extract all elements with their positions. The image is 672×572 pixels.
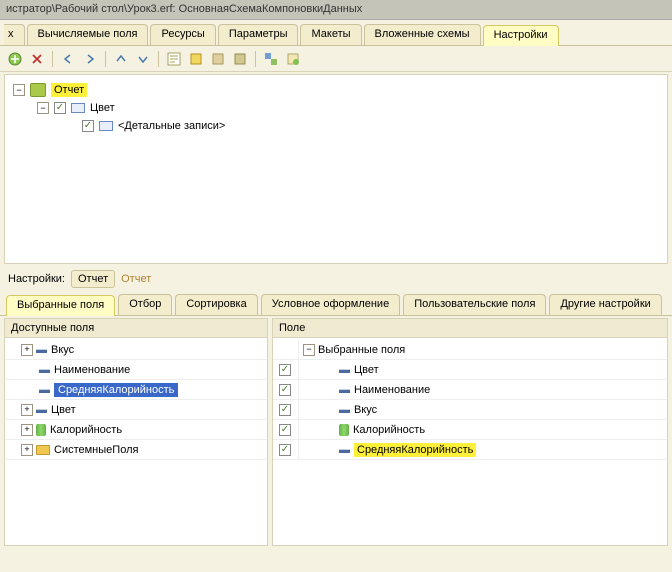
settings-label: Настройки: (8, 273, 65, 285)
available-header: Доступные поля (5, 319, 267, 338)
list-item[interactable]: Калорийность (353, 424, 425, 436)
move-down-button[interactable] (134, 50, 152, 68)
field-icon: ▬ (36, 344, 47, 356)
spacer (65, 120, 77, 132)
expand-icon[interactable]: + (21, 344, 33, 356)
group-icon (71, 103, 85, 113)
resource-icon (339, 424, 349, 436)
tree-root-label[interactable]: Отчет (51, 83, 87, 97)
selected-fields-pane: Поле −Выбранные поля ▬ Цвет ▬ Наименование… (272, 318, 668, 546)
checkbox[interactable] (279, 404, 291, 416)
sub-tabs: Выбранные поля Отбор Сортировка Условное… (0, 292, 672, 316)
checkbox[interactable] (279, 364, 291, 376)
tab-parameters[interactable]: Параметры (218, 24, 299, 45)
group-icon (99, 121, 113, 131)
list-item[interactable]: Калорийность (50, 424, 122, 436)
tab-calc-fields[interactable]: Вычисляемые поля (27, 24, 149, 45)
structure-tree[interactable]: − Отчет − Цвет <Детальные записи> (4, 74, 668, 264)
subtab-other[interactable]: Другие настройки (549, 294, 661, 315)
collapse-icon[interactable]: − (13, 84, 25, 96)
expand-icon[interactable]: + (21, 404, 33, 416)
subtab-conditional[interactable]: Условное оформление (261, 294, 400, 315)
collapse-icon[interactable]: − (303, 344, 315, 356)
subtab-selected-fields[interactable]: Выбранные поля (6, 295, 115, 316)
tool-btn-1[interactable] (187, 50, 205, 68)
available-list[interactable]: +▬Вкус ▬Наименование ▬СредняяКалорийност… (5, 338, 267, 545)
checkbox[interactable] (54, 102, 66, 114)
subtab-sort[interactable]: Сортировка (175, 294, 257, 315)
tree-group-label[interactable]: Цвет (90, 102, 115, 114)
tree-detail-label[interactable]: <Детальные записи> (118, 120, 225, 132)
list-item-selected[interactable]: СредняяКалорийность (54, 383, 178, 397)
settings-mode-button[interactable]: Отчет (71, 270, 115, 288)
available-fields-pane: Доступные поля +▬Вкус ▬Наименование ▬Сре… (4, 318, 268, 546)
list-item[interactable]: СистемныеПоля (54, 444, 138, 456)
field-icon: ▬ (39, 364, 50, 376)
props-button[interactable] (165, 50, 183, 68)
move-right-button[interactable] (81, 50, 99, 68)
list-item[interactable]: Наименование (54, 364, 130, 376)
window-title: истратор\Рабочий стол\Урок3.erf: Основна… (6, 3, 362, 15)
tab-layouts[interactable]: Макеты (300, 24, 361, 45)
subtab-filter[interactable]: Отбор (118, 294, 172, 315)
list-item[interactable]: Вкус (354, 404, 377, 416)
move-left-button[interactable] (59, 50, 77, 68)
field-icon: ▬ (339, 384, 350, 396)
settings-bar: Настройки: Отчет Отчет (0, 266, 672, 292)
selected-header: Поле (273, 319, 667, 338)
settings-mode-link[interactable]: Отчет (121, 273, 151, 285)
tool-btn-3[interactable] (231, 50, 249, 68)
checkbox[interactable] (279, 444, 291, 456)
expand-icon[interactable]: + (21, 444, 33, 456)
folder-icon (36, 445, 50, 455)
checkbox[interactable] (82, 120, 94, 132)
tool-btn-2[interactable] (209, 50, 227, 68)
field-icon: ▬ (339, 444, 350, 456)
report-icon (30, 83, 46, 97)
separator (255, 51, 256, 67)
delete-button[interactable] (28, 50, 46, 68)
tab-nested[interactable]: Вложенные схемы (364, 24, 481, 45)
list-item[interactable]: Наименование (354, 384, 430, 396)
field-icon: ▬ (36, 404, 47, 416)
collapse-icon[interactable]: − (37, 102, 49, 114)
separator (52, 51, 53, 67)
list-item[interactable]: Вкус (51, 344, 74, 356)
resource-icon (36, 424, 46, 436)
fields-split: Доступные поля +▬Вкус ▬Наименование ▬Сре… (4, 318, 668, 546)
title-bar: истратор\Рабочий стол\Урок3.erf: Основна… (0, 0, 672, 20)
subtab-user-fields[interactable]: Пользовательские поля (403, 294, 546, 315)
selected-root[interactable]: Выбранные поля (318, 344, 405, 356)
checkbox[interactable] (279, 424, 291, 436)
add-button[interactable] (6, 50, 24, 68)
tool-btn-5[interactable] (284, 50, 302, 68)
field-icon: ▬ (339, 364, 350, 376)
checkbox[interactable] (279, 384, 291, 396)
selected-list[interactable]: −Выбранные поля ▬ Цвет ▬ Наименование ▬ Вку… (273, 338, 667, 545)
separator (105, 51, 106, 67)
tab-resources[interactable]: Ресурсы (150, 24, 215, 45)
tab-settings[interactable]: Настройки (483, 25, 559, 46)
field-icon: ▬ (339, 404, 350, 416)
field-icon: ▬ (39, 384, 50, 396)
top-tabs: х Вычисляемые поля Ресурсы Параметры Мак… (0, 20, 672, 46)
tab-partial[interactable]: х (4, 24, 25, 45)
move-up-button[interactable] (112, 50, 130, 68)
expand-icon[interactable]: + (21, 424, 33, 436)
list-item[interactable]: Цвет (51, 404, 76, 416)
tool-btn-4[interactable] (262, 50, 280, 68)
separator (158, 51, 159, 67)
toolbar (0, 46, 672, 72)
list-item-highlight[interactable]: СредняяКалорийность (354, 443, 476, 457)
list-item[interactable]: Цвет (354, 364, 379, 376)
